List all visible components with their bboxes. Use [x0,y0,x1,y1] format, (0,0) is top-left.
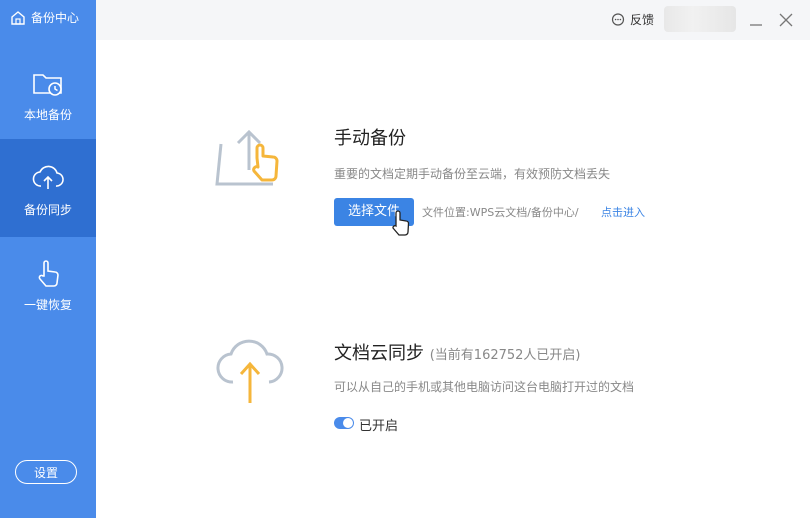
cloud-sync-toggle[interactable] [334,417,354,429]
hand-cursor-icon [392,210,410,236]
home-icon [11,10,25,25]
sidebar-item-restore[interactable]: 一键恢复 [0,256,96,354]
cloud-sync-title: 文档云同步 (当前有162752人已开启) [334,339,581,365]
title-bar: 反馈 [96,0,810,40]
minimize-button[interactable] [746,10,766,30]
cloud-sync-user-count: (当前有162752人已开启) [429,348,581,363]
hand-pointer-icon [38,260,59,287]
manual-backup-title: 手动备份 [334,128,406,149]
enter-link[interactable]: 点击进入 [601,204,645,220]
feedback-button[interactable]: 反馈 [611,11,654,28]
cloud-sync-description: 可以从自己的手机或其他电脑访问这台电脑打开过的文档 [334,380,635,394]
app-brand: 备份中心 [10,9,79,26]
app-title: 备份中心 [31,11,80,25]
upload-hand-illustration [215,129,279,186]
settings-button[interactable]: 设置 [15,460,77,484]
toggle-knob [343,418,353,428]
cloud-sync-toggle-label: 已开启 [359,419,399,434]
sidebar-item-label: 本地备份 [23,108,72,122]
cloud-upload-icon [32,165,64,189]
cloud-sync-title-text: 文档云同步 [334,343,424,364]
manual-backup-description: 重要的文档定期手动备份至云端，有效预防文档丢失 [334,167,611,181]
user-avatar[interactable] [664,6,736,32]
sidebar-item-label: 一键恢复 [23,298,72,312]
close-icon [779,13,793,27]
sidebar-item-label: 备份同步 [23,203,72,217]
chat-bubble-icon [611,12,625,26]
feedback-label: 反馈 [630,13,655,27]
file-location-text: 文件位置:WPS云文档/备份中心/ [422,206,579,219]
minimize-icon [750,24,762,26]
close-button[interactable] [776,10,796,30]
sidebar-item-backup-sync[interactable]: 备份同步 [0,139,96,237]
cloud-upload-illustration [216,339,284,403]
folder-clock-icon [33,74,62,96]
sidebar: 备份中心 本地备份 备份同步 一键恢复 设置 [0,0,96,518]
